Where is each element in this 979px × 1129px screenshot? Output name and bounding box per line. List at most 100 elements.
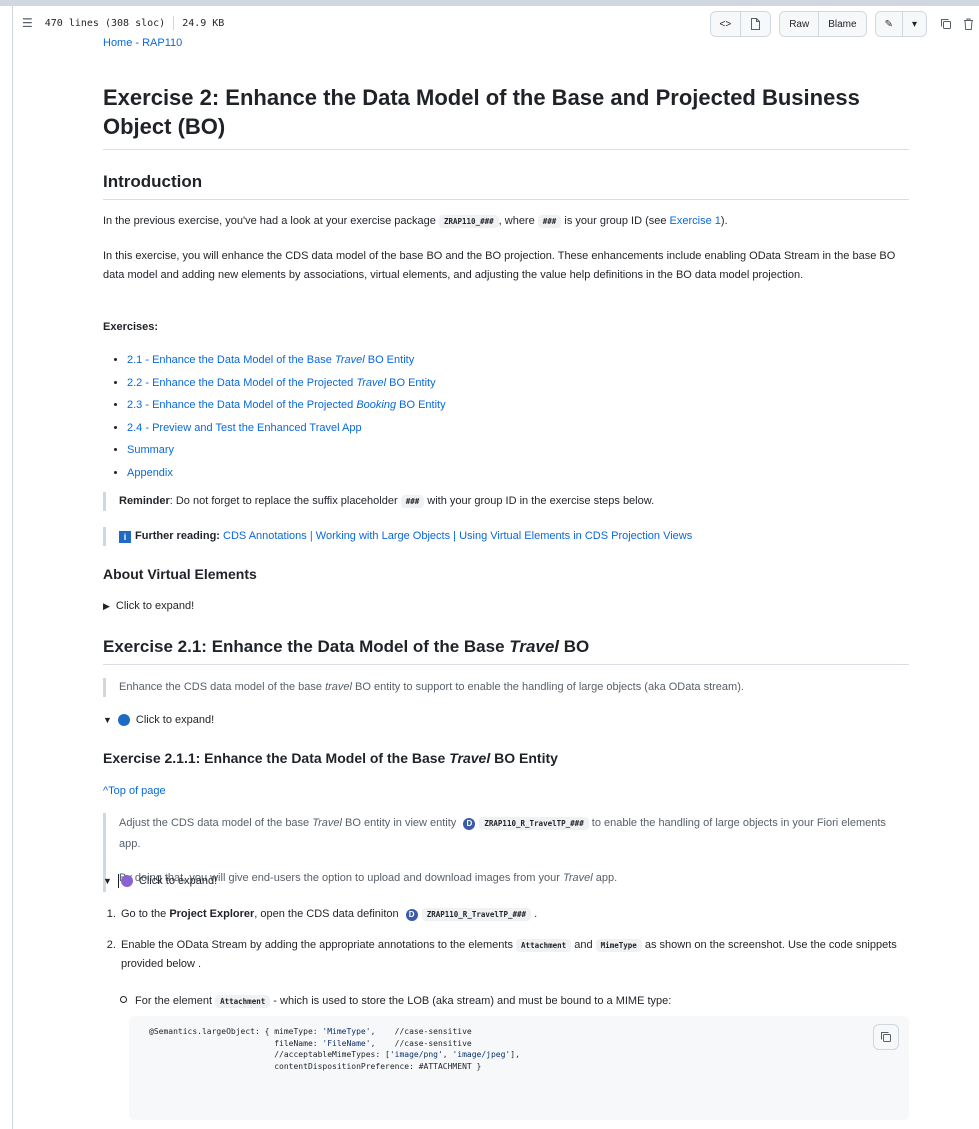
text-em: travel: [325, 681, 352, 693]
text-em: Travel: [356, 376, 387, 389]
lines-count: 470 lines (308 sloc): [44, 17, 166, 29]
exercise-link-2-1[interactable]: 2.1 - Enhance the Data Model of the Base…: [127, 354, 414, 366]
code-text: fileName:: [149, 1038, 323, 1048]
caret-down-icon: ▾: [911, 18, 917, 30]
code-text: , //case-sensitive: [370, 1038, 472, 1048]
raw-blame-group: Raw Blame: [779, 11, 867, 37]
preview-button[interactable]: [741, 12, 771, 36]
text: Enable the OData Stream by adding the ap…: [121, 939, 517, 951]
list-item: 2.4 - Preview and Test the Enhanced Trav…: [127, 417, 446, 440]
text: is your group ID (see: [561, 215, 670, 227]
text: and: [571, 939, 596, 951]
triangle-right-icon: ▶: [103, 601, 110, 611]
copy-icon: [881, 1032, 891, 1042]
code-text: contentDispositionPreference: #ATTACHMEN…: [149, 1061, 482, 1071]
file-toolbar: <> Raw Blame ✎ ▾: [709, 11, 979, 37]
text: .: [534, 908, 538, 920]
expand-label: Click to expand!: [135, 714, 215, 726]
virtual-elements-details[interactable]: ▶ Click to expand!: [103, 598, 194, 614]
large-objects-link[interactable]: Working with Large Objects: [316, 530, 450, 542]
file-info: ☰ 470 lines (308 sloc) 24.9 KB: [22, 16, 224, 30]
text-em: Travel: [312, 817, 342, 829]
blame-button[interactable]: Blame: [819, 12, 866, 36]
text: BO Entity: [490, 750, 558, 766]
exercise-2-1-details[interactable]: ▼ Click to expand!: [103, 712, 214, 728]
top-of-page-link[interactable]: ^Top of page: [103, 782, 909, 801]
exercises-label: Exercises:: [103, 321, 159, 333]
breadcrumb-link[interactable]: Home - RAP110: [103, 38, 182, 48]
further-reading-quote: i Further reading: CDS Annotations | Work…: [103, 527, 909, 546]
text: Exercise 2.1.1: Enhance the Data Model o…: [103, 750, 450, 766]
code-text: , //case-sensitive: [370, 1027, 472, 1036]
exercise-link-2-2[interactable]: 2.2 - Enhance the Data Model of the Proj…: [127, 377, 436, 389]
copy-raw-button[interactable]: [935, 12, 957, 36]
code-snippet: @Semantics.largeObject: { mimeType: 'Mim…: [129, 1016, 909, 1120]
cds-annotations-link[interactable]: CDS Annotations: [223, 530, 307, 542]
copy-code-button[interactable]: [873, 1024, 899, 1050]
edit-dropdown-button[interactable]: ▾: [902, 12, 926, 36]
exercise-list: 2.1 - Enhance the Data Model of the Base…: [103, 349, 446, 484]
text-em: Travel: [334, 354, 365, 366]
edit-button[interactable]: ✎: [875, 12, 903, 36]
edit-group: ✎ ▾: [874, 11, 927, 37]
text: with your group ID in the exercise steps…: [424, 495, 655, 507]
triangle-down-icon: ▼: [103, 876, 112, 886]
summary-link[interactable]: Summary: [127, 444, 174, 456]
text: ).: [720, 215, 728, 227]
reminder-quote: Reminder: Do not forget to replace the s…: [103, 492, 909, 511]
placeholder-code: ###: [537, 215, 562, 228]
exercise-2-1-quote: Enhance the CDS data model of the base t…: [103, 678, 909, 697]
placeholder-code: ###: [400, 495, 425, 508]
intro-paragraph-1: In the previous exercise, you've had a l…: [103, 212, 909, 231]
exercise-link-2-3[interactable]: 2.3 - Enhance the Data Model of the Proj…: [127, 399, 446, 411]
text: BO: [559, 637, 590, 656]
list-icon[interactable]: ☰: [22, 16, 33, 30]
text: , open the CDS data definiton: [254, 908, 402, 920]
info-icon: i: [119, 531, 131, 543]
introduction-heading: Introduction: [103, 171, 909, 200]
exercise-1-link[interactable]: Exercise 1: [670, 215, 721, 227]
delete-button[interactable]: [957, 12, 979, 36]
code-text: ],: [510, 1050, 520, 1059]
list-item: 2.1 - Enhance the Data Model of the Base…: [127, 349, 446, 372]
code-string: 'FileName': [322, 1038, 371, 1048]
text: : Do not forget to replace the suffix pl…: [169, 495, 401, 507]
text: BO Entity: [396, 399, 446, 411]
appendix-link[interactable]: Appendix: [127, 467, 173, 479]
mimetype-code: MimeType: [595, 939, 642, 952]
virtual-elements-link[interactable]: Using Virtual Elements in CDS Projection…: [459, 530, 692, 542]
code-string: 'image/png', 'image/jpeg': [389, 1050, 511, 1059]
text: Adjust the CDS data model of the base: [119, 817, 313, 829]
expand-label: Click to expand!: [138, 875, 218, 887]
list-item: Appendix: [127, 462, 446, 485]
separator: |: [453, 530, 457, 542]
text: , where: [498, 215, 538, 227]
text: 2.1 - Enhance the Data Model of the Base: [127, 354, 335, 366]
copy-icon: [941, 19, 951, 29]
exercise-link-2-4[interactable]: 2.4 - Preview and Test the Enhanced Trav…: [127, 422, 362, 434]
view-entity-code: ZRAP110_R_TravelTP_###: [421, 908, 532, 921]
package-code: ZRAP110_###: [438, 215, 499, 228]
view-entity-code: ZRAP110_R_TravelTP_###: [479, 817, 589, 830]
text: Exercise 2.1: Enhance the Data Model of …: [103, 637, 510, 656]
text: Enhance the CDS data model of the base: [119, 681, 326, 693]
code-view-button[interactable]: <>: [710, 12, 742, 36]
purple-circle-icon: [120, 875, 133, 887]
page-title: Exercise 2: Enhance the Data Model of th…: [103, 83, 909, 150]
triangle-down-icon: ▼: [103, 715, 112, 725]
raw-button[interactable]: Raw: [780, 12, 820, 36]
reminder-bold: Reminder: [119, 495, 170, 507]
expand-label: Click to expand!: [115, 600, 195, 612]
intro-paragraph-2: In this exercise, you will enhance the C…: [103, 250, 896, 281]
text-em: Travel: [449, 750, 491, 766]
text-em: Travel: [509, 637, 560, 656]
text-em: Travel: [562, 872, 593, 884]
step-1: Go to the Project Explorer, open the CDS…: [119, 905, 909, 924]
text: 2.2 - Enhance the Data Model of the Proj…: [127, 376, 357, 389]
text-em: Booking: [356, 399, 397, 411]
text: app.: [592, 872, 618, 884]
text-cursor: [117, 874, 119, 888]
exercise-2-1-1-details[interactable]: ▼ Click to expand!: [103, 873, 217, 889]
exercise-2-1-1-heading: Exercise 2.1.1: Enhance the Data Model o…: [103, 750, 558, 766]
pencil-icon: ✎: [884, 18, 893, 30]
